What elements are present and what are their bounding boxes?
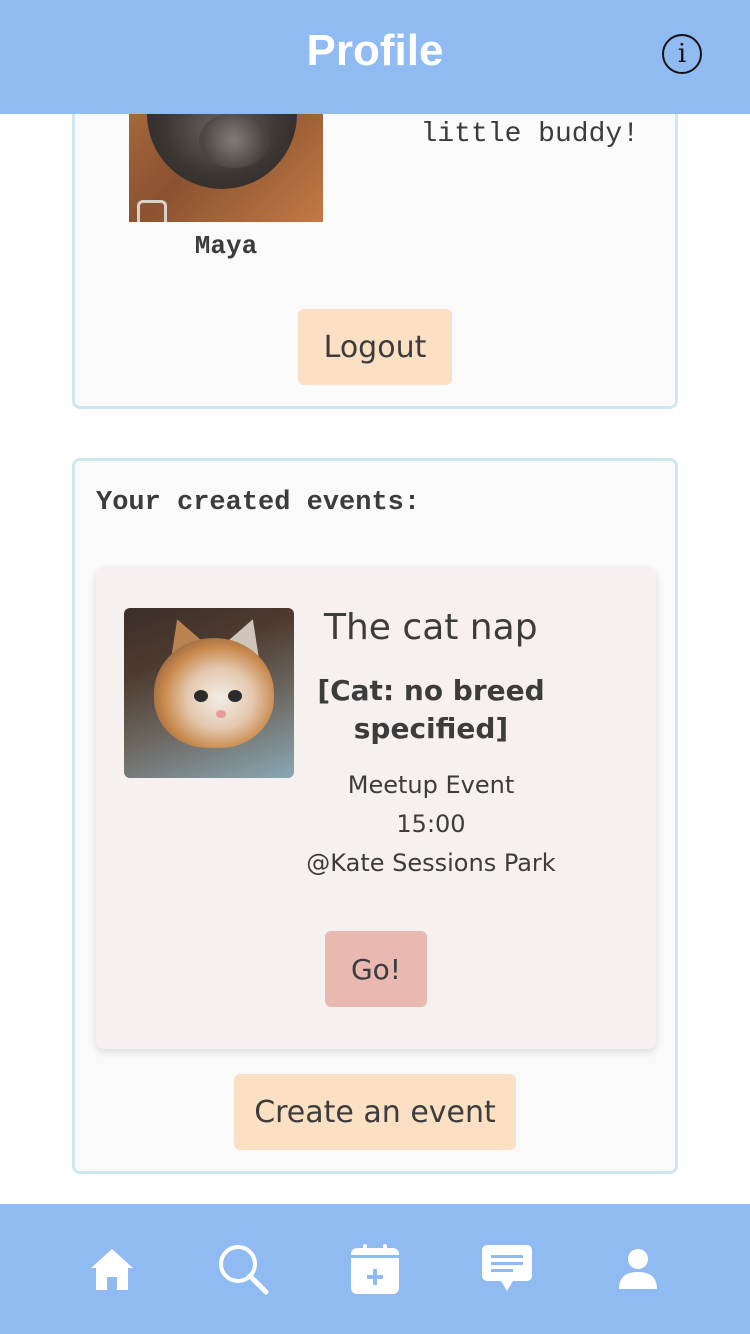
go-button[interactable]: Go!: [325, 931, 427, 1007]
events-heading: Your created events:: [96, 488, 421, 518]
search-icon: [219, 1245, 269, 1295]
home-icon: [90, 1249, 133, 1290]
event-location: @Kate Sessions Park: [306, 849, 556, 877]
nav-search[interactable]: [211, 1237, 275, 1301]
logout-button[interactable]: Logout: [298, 309, 452, 385]
nav-create-event[interactable]: [343, 1237, 407, 1301]
pet-photo: [129, 103, 323, 222]
created-events-card: Your created events: The cat nap [Cat: n…: [72, 458, 678, 1174]
nav-home[interactable]: [80, 1237, 144, 1301]
pet-bio-text: little buddy!: [420, 119, 639, 150]
calendar-add-icon: [350, 1244, 399, 1294]
page-title: Profile: [306, 26, 444, 75]
event-title: The cat nap: [324, 607, 538, 648]
app: Profile i Maya little buddy! Logout Your…: [0, 0, 750, 1334]
event-photo: [124, 608, 294, 778]
bottom-nav: [0, 1204, 750, 1334]
header-bar: Profile i: [0, 0, 750, 114]
chat-icon: [481, 1245, 532, 1291]
create-event-button[interactable]: Create an event: [234, 1074, 516, 1150]
event-card[interactable]: The cat nap [Cat: no breed specified] Me…: [96, 567, 656, 1049]
event-time: 15:00: [396, 810, 466, 838]
info-icon[interactable]: i: [662, 34, 702, 74]
nav-messages[interactable]: [475, 1237, 539, 1301]
event-breed: [Cat: no breed specified]: [317, 674, 545, 745]
pet-name: Maya: [194, 231, 258, 261]
event-info: The cat nap [Cat: no breed specified] Me…: [306, 607, 556, 883]
nav-profile[interactable]: [606, 1237, 670, 1301]
event-type: Meetup Event: [347, 771, 515, 799]
user-icon: [619, 1249, 658, 1289]
info-glyph: i: [677, 39, 687, 69]
